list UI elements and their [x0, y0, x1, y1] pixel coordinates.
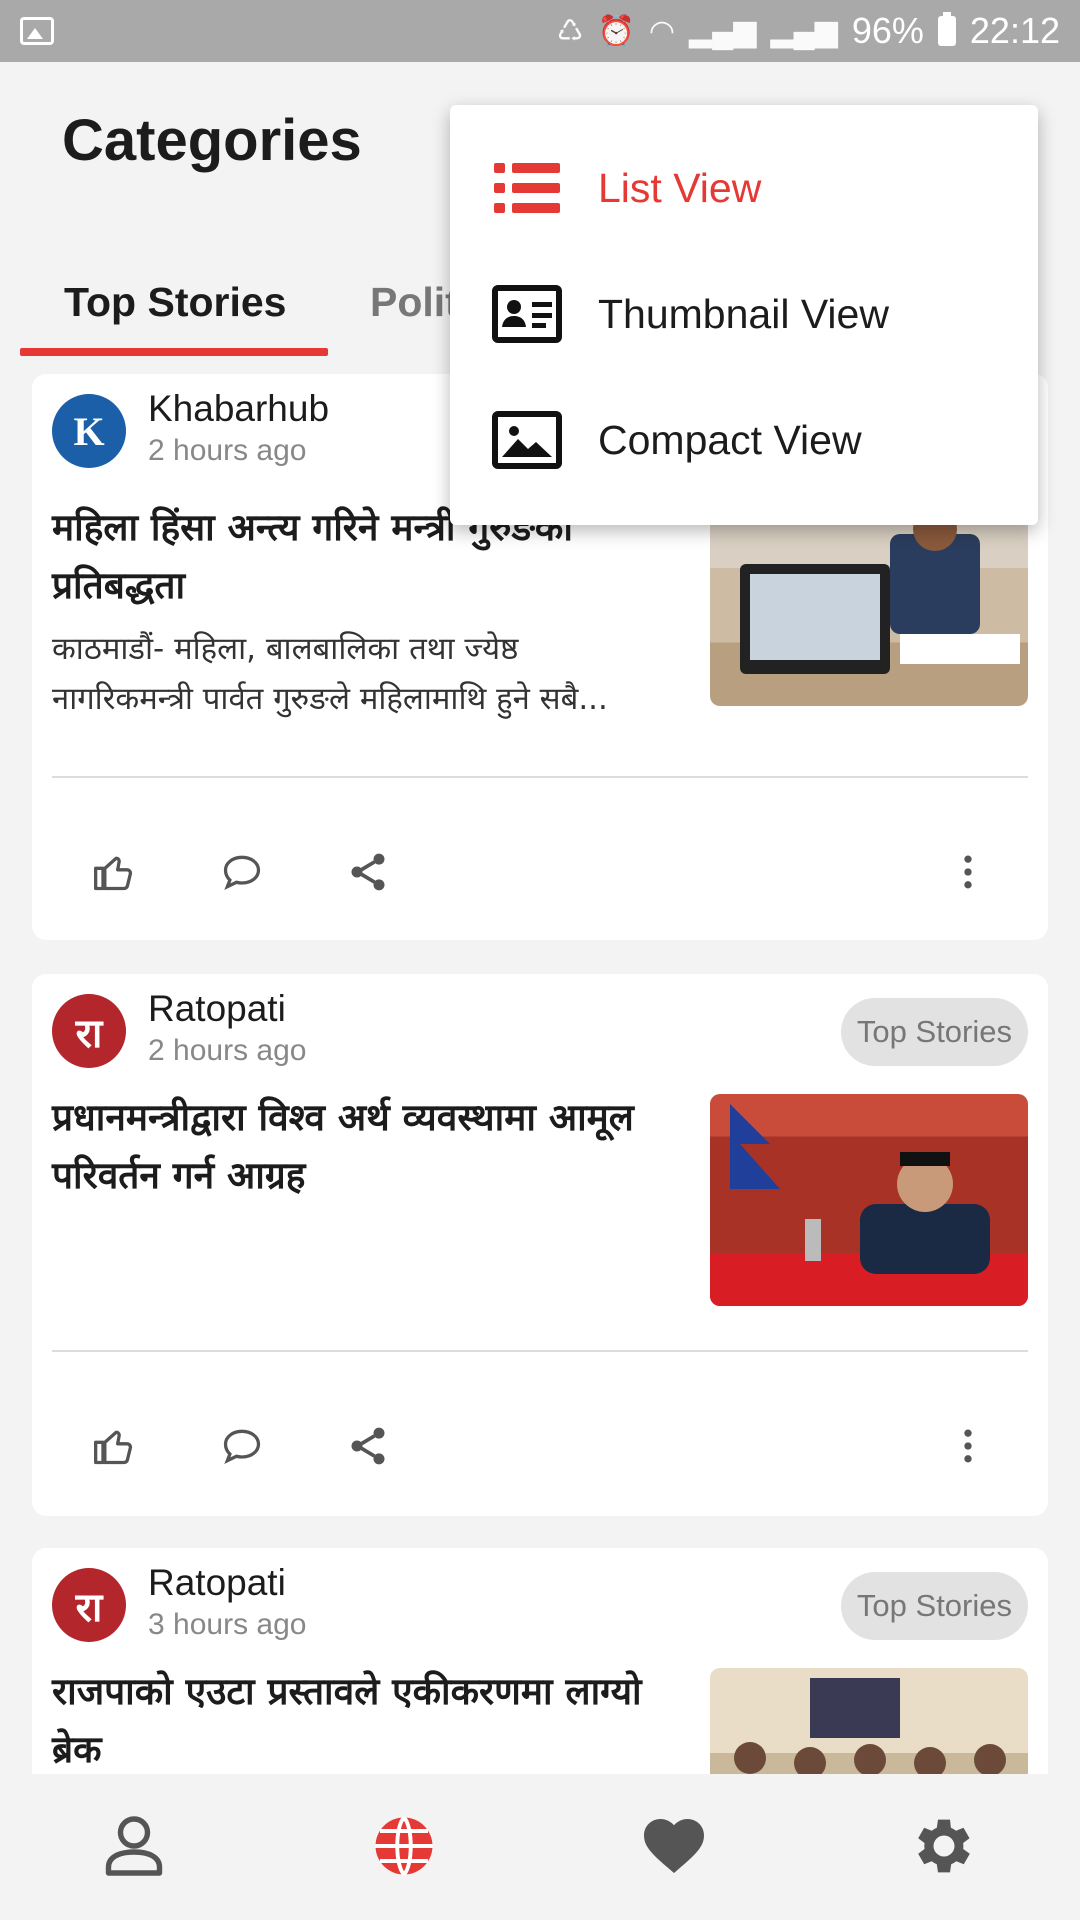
- news-card[interactable]: रा Ratopati 3 hours ago Top Stories राजप…: [32, 1548, 1048, 1774]
- list-icon: [494, 163, 560, 213]
- source-logo: रा: [52, 994, 126, 1068]
- card-actions: [52, 832, 1028, 912]
- card-header: रा Ratopati 3 hours ago Top Stories: [52, 1562, 1028, 1644]
- battery-icon: [937, 12, 956, 46]
- summary: काठमाडौं- महिला, बालबालिका तथा ज्येष्ठ न…: [52, 624, 712, 724]
- share-icon: [351, 853, 385, 891]
- menu-item-label: Thumbnail View: [598, 290, 889, 337]
- menu-item-label: List View: [598, 164, 762, 211]
- like-button[interactable]: [74, 832, 154, 912]
- wifi-icon: ◠: [648, 14, 676, 48]
- alarm-icon: ⏰: [597, 14, 635, 48]
- card-actions: [52, 1406, 1028, 1486]
- globe-icon: [375, 1816, 433, 1876]
- nav-profile[interactable]: [88, 1800, 180, 1892]
- share-icon: [351, 1427, 385, 1465]
- active-tab-indicator: [20, 348, 328, 356]
- clock: 22:12: [969, 10, 1060, 51]
- status-icons: ♺ ⏰ ◠ ▂▄▆ ▂▄▆ 96% 22:12: [557, 10, 1060, 52]
- menu-item-compact-view[interactable]: Compact View: [450, 377, 1038, 503]
- nav-settings[interactable]: [898, 1800, 990, 1892]
- user-icon: [105, 1816, 163, 1876]
- news-card[interactable]: रा Ratopati 2 hours ago Top Stories प्रध…: [32, 974, 1048, 1516]
- battery-percent: 96%: [851, 10, 924, 51]
- id-card-icon: [492, 285, 562, 343]
- tab-top-stories[interactable]: Top Stories: [64, 252, 286, 352]
- gear-icon: [918, 1819, 970, 1873]
- menu-item-list-view[interactable]: List View: [450, 125, 1038, 251]
- page-title: Categories: [62, 108, 362, 173]
- thumbs-up-icon: [94, 856, 133, 891]
- news-thumbnail[interactable]: [710, 494, 1028, 706]
- more-vertical-icon: [964, 855, 972, 889]
- news-thumbnail[interactable]: [710, 1668, 1028, 1774]
- gallery-notification-icon: [20, 17, 54, 45]
- share-button[interactable]: [328, 832, 408, 912]
- comment-icon: [223, 1429, 261, 1464]
- source-name[interactable]: Ratopati: [148, 988, 286, 1030]
- heart-icon: [644, 1819, 704, 1873]
- news-feed[interactable]: K Khabarhub 2 hours ago महिला हिंसा अन्त…: [0, 360, 1080, 1774]
- summary-line: काठमाडौं- महिला, बालबालिका तथा ज्येष्ठ: [52, 631, 519, 667]
- signal-icon: ▂▄▆: [689, 14, 757, 48]
- view-mode-menu: List View Thumbnail View Compact View: [450, 105, 1038, 525]
- recycle-icon: ♺: [556, 14, 584, 48]
- bottom-navigation: [0, 1774, 1080, 1920]
- card-divider: [52, 1350, 1028, 1352]
- timestamp: 3 hours ago: [148, 1608, 307, 1641]
- more-options-button[interactable]: [928, 1406, 1008, 1486]
- source-logo: रा: [52, 1568, 126, 1642]
- menu-item-label: Compact View: [598, 416, 862, 463]
- menu-item-thumbnail-view[interactable]: Thumbnail View: [450, 251, 1038, 377]
- headline[interactable]: राजपाको एउटा प्रस्तावले एकीकरणमा लाग्यो …: [52, 1663, 692, 1774]
- source-name[interactable]: Ratopati: [148, 1562, 286, 1604]
- nav-favorites[interactable]: [628, 1800, 720, 1892]
- comment-button[interactable]: [202, 1406, 282, 1486]
- news-thumbnail[interactable]: [710, 1094, 1028, 1306]
- headline[interactable]: प्रधानमन्त्रीद्वारा विश्व अर्थ व्यवस्थाम…: [52, 1089, 692, 1205]
- more-options-button[interactable]: [928, 832, 1008, 912]
- share-button[interactable]: [328, 1406, 408, 1486]
- card-divider: [52, 776, 1028, 778]
- source-logo: K: [52, 394, 126, 468]
- tab-politics[interactable]: Polit: [370, 252, 459, 352]
- timestamp: 2 hours ago: [148, 1034, 307, 1067]
- nav-explore[interactable]: [358, 1800, 450, 1892]
- more-vertical-icon: [964, 1429, 972, 1463]
- card-header: रा Ratopati 2 hours ago Top Stories: [52, 988, 1028, 1070]
- signal-icon-2: ▂▄▆: [770, 14, 838, 48]
- category-badge[interactable]: Top Stories: [840, 1572, 1028, 1640]
- status-bar: ♺ ⏰ ◠ ▂▄▆ ▂▄▆ 96% 22:12: [0, 0, 1080, 62]
- image-icon: [492, 411, 562, 469]
- comment-icon: [223, 855, 261, 890]
- thumbs-up-icon: [94, 1430, 133, 1465]
- source-name[interactable]: Khabarhub: [148, 388, 329, 430]
- timestamp: 2 hours ago: [148, 434, 307, 467]
- summary-line: नागरिकमन्त्री पार्वत गुरुङले महिलामाथि ह…: [52, 681, 608, 717]
- like-button[interactable]: [74, 1406, 154, 1486]
- comment-button[interactable]: [202, 832, 282, 912]
- category-badge[interactable]: Top Stories: [840, 998, 1028, 1066]
